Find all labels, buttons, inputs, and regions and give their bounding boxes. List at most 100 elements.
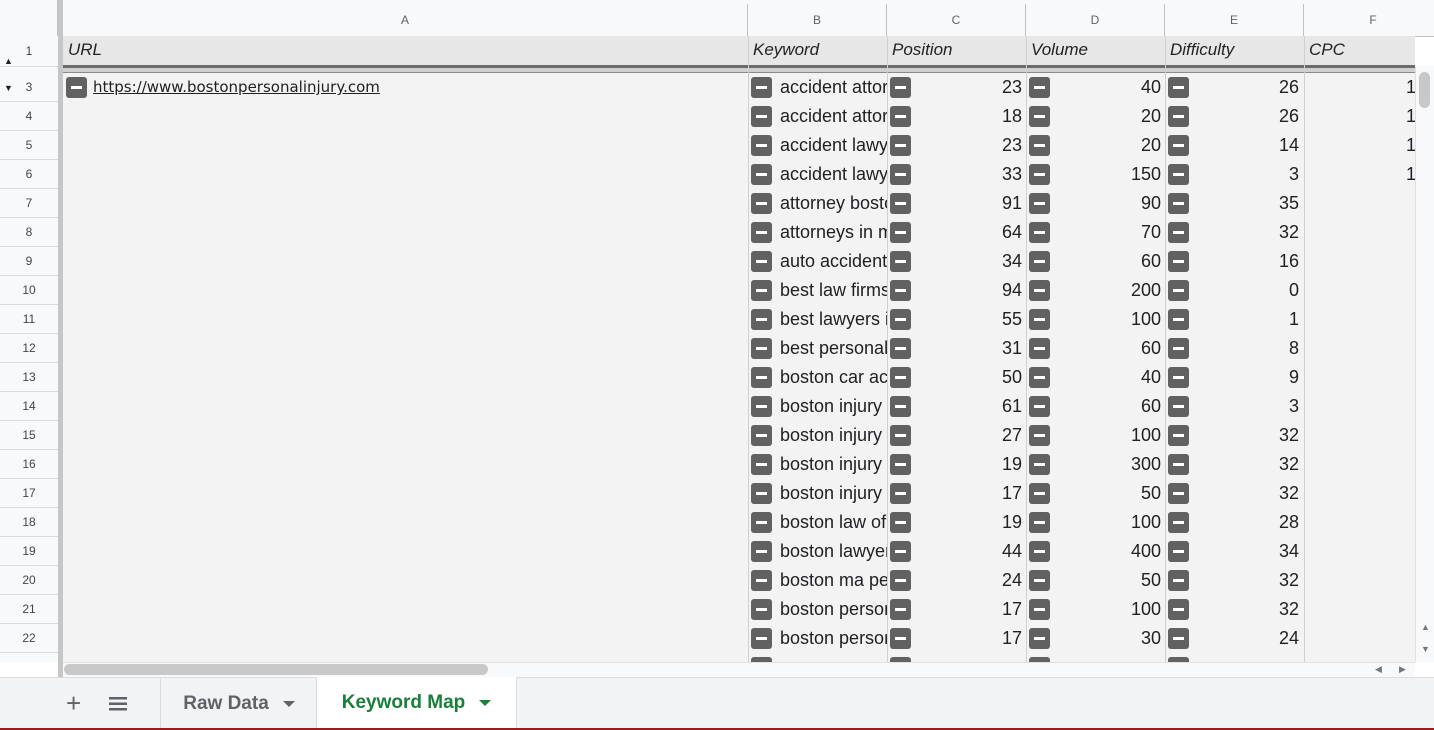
cpc-cell[interactable]: 1 [1306,160,1415,189]
difficulty-cell[interactable]: 24 [1191,624,1299,653]
difficulty-cell[interactable]: 32 [1191,479,1299,508]
minus-icon[interactable] [1029,251,1050,272]
cpc-cell[interactable]: 1 [1306,131,1415,160]
volume-cell[interactable]: 150 [1052,160,1161,189]
difficulty-cell[interactable]: 8 [1191,334,1299,363]
keyword-cell[interactable]: boston injury [780,479,887,508]
volume-cell[interactable]: 90 [1052,189,1161,218]
cpc-cell[interactable] [1306,537,1415,566]
minus-icon[interactable] [1168,425,1189,446]
minus-icon[interactable] [1168,222,1189,243]
row-header-4[interactable]: 4 [0,102,58,131]
column-header-c[interactable]: C [887,4,1026,36]
volume-cell[interactable]: 400 [1052,537,1161,566]
minus-icon[interactable] [1029,628,1050,649]
minus-icon[interactable] [751,106,772,127]
cpc-cell[interactable] [1306,363,1415,392]
minus-icon[interactable] [751,396,772,417]
minus-icon[interactable] [751,483,772,504]
minus-icon[interactable] [751,135,772,156]
position-cell[interactable]: 31 [913,334,1022,363]
minus-icon[interactable] [1029,222,1050,243]
position-cell[interactable]: 24 [913,566,1022,595]
difficulty-cell[interactable]: 1 [1191,305,1299,334]
column-header-a[interactable]: A [63,4,748,36]
minus-icon[interactable] [751,367,772,388]
minus-icon[interactable] [1168,193,1189,214]
chevron-down-icon[interactable] [479,699,492,706]
minus-icon[interactable] [1029,541,1050,562]
vertical-scroll-thumb[interactable] [1419,72,1430,108]
minus-icon[interactable] [890,77,911,98]
difficulty-cell[interactable]: 32 [1191,218,1299,247]
difficulty-cell[interactable]: 0 [1191,276,1299,305]
volume-cell[interactable]: 60 [1052,392,1161,421]
cpc-cell[interactable] [1306,247,1415,276]
plus-icon[interactable]: + [66,690,81,716]
difficulty-cell[interactable]: 14 [1191,131,1299,160]
minus-icon[interactable] [1168,309,1189,330]
horizontal-scroll-thumb[interactable] [64,664,488,675]
position-cell[interactable]: 17 [913,479,1022,508]
minus-icon[interactable] [890,454,911,475]
scroll-down-arrow-icon[interactable]: ▼ [1421,644,1430,654]
minus-icon[interactable] [1168,512,1189,533]
row-header-16[interactable]: 16 [0,450,58,479]
volume-cell[interactable]: 50 [1052,566,1161,595]
volume-cell[interactable]: 20 [1052,131,1161,160]
scroll-right-arrow-icon[interactable]: ▶ [1399,664,1406,675]
position-cell[interactable]: 50 [913,363,1022,392]
position-cell[interactable]: 33 [913,160,1022,189]
cpc-cell[interactable] [1306,508,1415,537]
volume-cell[interactable]: 40 [1052,73,1161,102]
scroll-left-arrow-icon[interactable]: ◀ [1375,664,1382,675]
header-cpc[interactable]: CPC [1309,40,1345,60]
row-header-1[interactable]: ▲ 1 [0,36,58,67]
minus-icon[interactable] [1029,512,1050,533]
row-header-7[interactable]: 7 [0,189,58,218]
position-cell[interactable]: 18 [913,102,1022,131]
cpc-cell[interactable] [1306,189,1415,218]
difficulty-cell[interactable]: 32 [1191,566,1299,595]
minus-icon[interactable] [751,599,772,620]
header-position[interactable]: Position [892,40,952,60]
minus-icon[interactable] [1029,338,1050,359]
row-header-20[interactable]: 20 [0,566,58,595]
minus-icon[interactable] [1029,135,1050,156]
tab-keyword-map[interactable]: Keyword Map [316,677,517,730]
row-header-11[interactable]: 11 [0,305,58,334]
difficulty-cell[interactable]: 32 [1191,450,1299,479]
minus-icon[interactable] [890,512,911,533]
header-keyword[interactable]: Keyword [753,40,819,60]
minus-icon[interactable] [1029,570,1050,591]
position-cell[interactable]: 44 [913,537,1022,566]
minus-icon[interactable] [1029,106,1050,127]
minus-icon[interactable] [1168,106,1189,127]
difficulty-cell[interactable]: 35 [1191,189,1299,218]
keyword-cell[interactable]: boston injury [780,450,887,479]
volume-cell[interactable]: 100 [1052,305,1161,334]
minus-icon[interactable] [1168,251,1189,272]
position-cell[interactable]: 61 [913,392,1022,421]
minus-icon[interactable] [751,541,772,562]
position-cell[interactable]: 55 [913,305,1022,334]
difficulty-cell[interactable]: 32 [1191,421,1299,450]
cpc-cell[interactable] [1306,276,1415,305]
difficulty-cell[interactable]: 28 [1191,508,1299,537]
row-header-17[interactable]: 17 [0,479,58,508]
minus-icon[interactable] [1029,309,1050,330]
row-header-13[interactable]: 13 [0,363,58,392]
keyword-cell[interactable]: boston car ac [780,363,887,392]
keyword-cell[interactable]: auto accident [780,247,887,276]
position-cell[interactable]: 34 [913,247,1022,276]
keyword-cell[interactable]: best personal [780,334,887,363]
minus-icon[interactable] [751,251,772,272]
position-cell[interactable]: 19 [913,450,1022,479]
minus-icon[interactable] [890,396,911,417]
cpc-cell[interactable] [1306,421,1415,450]
minus-icon[interactable] [751,425,772,446]
minus-icon[interactable] [1168,454,1189,475]
volume-cell[interactable]: 50 [1052,479,1161,508]
volume-cell[interactable]: 60 [1052,247,1161,276]
keyword-cell[interactable]: accident lawy [780,160,887,189]
